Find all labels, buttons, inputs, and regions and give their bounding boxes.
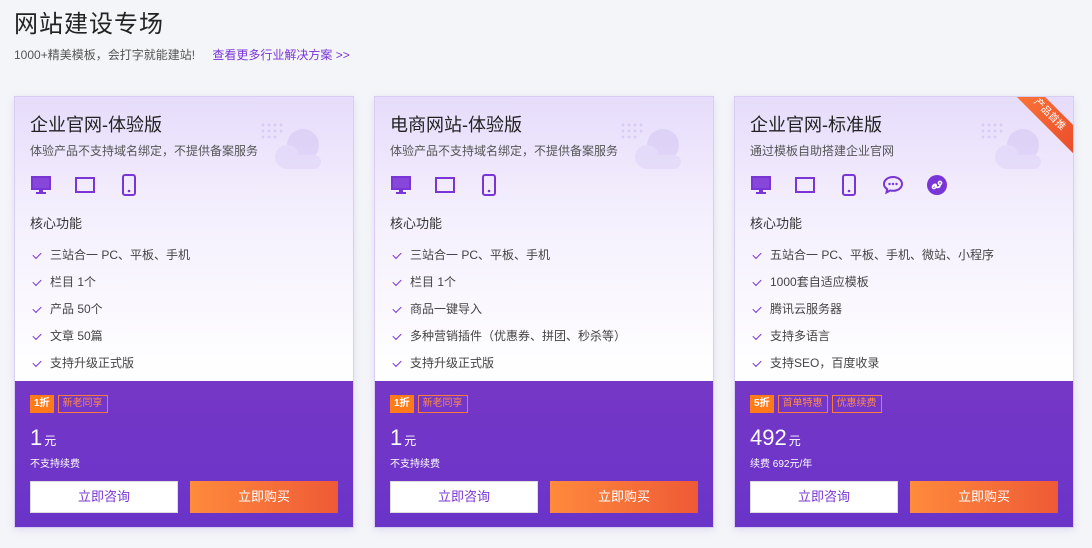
- phone-icon: [838, 174, 860, 196]
- buy-button[interactable]: 立即购买: [190, 481, 338, 513]
- tablet-landscape-icon: [434, 174, 456, 196]
- promo-tag: 新老同享: [57, 395, 108, 413]
- card-tags: 1折 新老同享: [30, 395, 338, 415]
- card-top: 企业官网-标准版 通过模板自助搭建企业官网 核心功能 五站合一 PC、平板、手机…: [735, 97, 1073, 381]
- price-value: 1: [390, 425, 403, 450]
- feature-item: 支持升级正式版: [30, 350, 338, 377]
- card-actions: 立即咨询 立即购买: [30, 481, 338, 513]
- price-value: 492: [750, 425, 787, 450]
- feature-item: 支持升级正式版: [390, 350, 698, 377]
- promo-tag: 首单特惠: [777, 395, 828, 413]
- core-features-label: 核心功能: [30, 216, 83, 231]
- feature-list: 三站合一 PC、平板、手机 栏目 1个 产品 50个 文章 50篇 支持升级正式…: [30, 242, 338, 377]
- card-actions: 立即咨询 立即购买: [390, 481, 698, 513]
- feature-item: 三站合一 PC、平板、手机: [30, 242, 338, 269]
- tablet-landscape-icon: [74, 174, 96, 196]
- price-value: 1: [30, 425, 43, 450]
- price: 492 元: [750, 425, 1058, 453]
- decor-cloud-icon: [261, 123, 321, 169]
- feature-item: 支持多语言: [750, 323, 1058, 350]
- price: 1元: [30, 425, 338, 453]
- feature-item: 支持SEO，百度收录: [750, 350, 1058, 377]
- page-title: 网站建设专场: [14, 11, 164, 38]
- card-actions: 立即咨询 立即购买: [750, 481, 1058, 513]
- desktop-icon: [750, 174, 772, 196]
- decor-cloud-icon: [621, 123, 681, 169]
- feature-item: 栏目 1个: [30, 269, 338, 296]
- card-top: 电商网站-体验版 体验产品不支持域名绑定，不提供备案服务 核心功能 三站合一 P…: [375, 97, 713, 381]
- subtitle-text: 1000+精美模板，会打字就能建站!: [14, 48, 196, 62]
- discount-badge: 1折: [30, 395, 54, 413]
- phone-icon: [118, 174, 140, 196]
- feature-item: 1000套自适应模板: [750, 269, 1058, 296]
- card-tags: 5折 首单特惠 优惠续费: [750, 395, 1058, 415]
- more-solutions-link[interactable]: 查看更多行业解决方案 >>: [212, 48, 349, 62]
- price: 1元: [390, 425, 698, 453]
- buy-button[interactable]: 立即购买: [550, 481, 698, 513]
- price-unit: 元: [404, 434, 417, 448]
- desktop-icon: [30, 174, 52, 196]
- consult-button[interactable]: 立即咨询: [750, 481, 898, 513]
- product-card-enterprise-trial: 企业官网-体验版 体验产品不支持域名绑定，不提供备案服务 核心功能 三站合一 P…: [14, 96, 354, 528]
- card-price-panel: 1折 新老同享 1元 不支持续费 立即咨询 立即购买: [375, 381, 713, 527]
- consult-button[interactable]: 立即咨询: [30, 481, 178, 513]
- feature-item: 栏目 1个: [390, 269, 698, 296]
- feature-item: 五站合一 PC、平板、手机、微站、小程序: [750, 242, 1058, 269]
- feature-list: 三站合一 PC、平板、手机 栏目 1个 商品一键导入 多种营销插件（优惠券、拼团…: [390, 242, 698, 377]
- feature-list: 五站合一 PC、平板、手机、微站、小程序 1000套自适应模板 腾讯云服务器 支…: [750, 242, 1058, 377]
- device-icons: [390, 173, 698, 197]
- page: 网站建设专场 1000+精美模板，会打字就能建站! 查看更多行业解决方案 >> …: [0, 0, 1092, 548]
- desktop-icon: [390, 174, 412, 196]
- core-features-label: 核心功能: [750, 216, 803, 231]
- tablet-landscape-icon: [794, 174, 816, 196]
- mini-program-icon: [926, 174, 948, 196]
- feature-item: 产品 50个: [30, 296, 338, 323]
- product-card-enterprise-standard: 企业官网-标准版 通过模板自助搭建企业官网 核心功能 五站合一 PC、平板、手机…: [734, 96, 1074, 528]
- renew-note: 不支持续费: [390, 459, 440, 470]
- feature-item: 商品一键导入: [390, 296, 698, 323]
- price-unit: 元: [788, 434, 801, 448]
- product-card-ecommerce-trial: 电商网站-体验版 体验产品不支持域名绑定，不提供备案服务 核心功能 三站合一 P…: [374, 96, 714, 528]
- device-icons: [750, 173, 1058, 197]
- buy-button[interactable]: 立即购买: [910, 481, 1058, 513]
- phone-icon: [478, 174, 500, 196]
- decor-cloud-icon: [981, 123, 1041, 169]
- card-top: 企业官网-体验版 体验产品不支持域名绑定，不提供备案服务 核心功能 三站合一 P…: [15, 97, 353, 381]
- page-subtitle: 1000+精美模板，会打字就能建站! 查看更多行业解决方案 >>: [14, 46, 350, 63]
- feature-item: 三站合一 PC、平板、手机: [390, 242, 698, 269]
- renew-note: 不支持续费: [30, 459, 80, 470]
- discount-badge: 1折: [390, 395, 414, 413]
- price-unit: 元: [44, 434, 57, 448]
- device-icons: [30, 173, 338, 197]
- promo-tag: 优惠续费: [831, 395, 882, 413]
- feature-item: 文章 50篇: [30, 323, 338, 350]
- core-features-label: 核心功能: [390, 216, 443, 231]
- consult-button[interactable]: 立即咨询: [390, 481, 538, 513]
- feature-item: 多种营销插件（优惠券、拼团、秒杀等）: [390, 323, 698, 350]
- renew-note: 续费 692元/年: [750, 459, 813, 470]
- card-price-panel: 5折 首单特惠 优惠续费 492 元 续费 692元/年 立即咨询 立即购买: [735, 381, 1073, 527]
- feature-item: 腾讯云服务器: [750, 296, 1058, 323]
- discount-badge: 5折: [750, 395, 774, 413]
- card-tags: 1折 新老同享: [390, 395, 698, 415]
- promo-tag: 新老同享: [417, 395, 468, 413]
- card-price-panel: 1折 新老同享 1元 不支持续费 立即咨询 立即购买: [15, 381, 353, 527]
- wechat-icon: [882, 174, 904, 196]
